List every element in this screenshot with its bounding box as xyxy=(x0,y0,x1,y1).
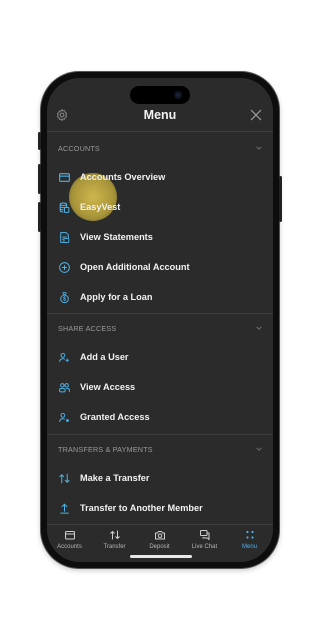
section-label: SHARE ACCESS xyxy=(58,324,117,333)
page-title: Menu xyxy=(143,108,177,122)
tab-label: Live Chat xyxy=(191,544,218,550)
menu-item-label: Apply for a Loan xyxy=(80,292,153,302)
user-check-icon xyxy=(59,412,69,422)
menu-item-label: View Access xyxy=(80,382,136,392)
statement-icon xyxy=(60,232,70,243)
plus-circle-icon xyxy=(59,262,70,273)
volume-up-button xyxy=(38,164,41,194)
tab-label: Accounts xyxy=(57,544,82,550)
users-icon xyxy=(59,383,70,393)
divider xyxy=(47,131,273,132)
menu-item-open-additional-account[interactable]: Open Additional Account xyxy=(47,253,273,283)
tab-menu[interactable]: Menu xyxy=(227,529,272,550)
camera-icon xyxy=(174,91,182,99)
section-header-transfers-payments[interactable]: TRANSFERS & PAYMENTS xyxy=(47,435,273,463)
tab-transfer[interactable]: Transfer xyxy=(92,529,137,550)
chat-icon xyxy=(199,530,209,540)
menu-item-add-a-user[interactable]: Add a User xyxy=(47,343,273,373)
menu-item-granted-access[interactable]: Granted Access xyxy=(47,403,273,433)
section-label: TRANSFERS & PAYMENTS xyxy=(58,445,153,454)
section-label: ACCOUNTS xyxy=(58,144,100,153)
wallet-icon xyxy=(64,531,75,540)
menu-dots-icon xyxy=(245,530,254,539)
transfer-arrows-icon xyxy=(59,473,70,484)
volume-down-button xyxy=(38,202,41,232)
menu-item-label: View Statements xyxy=(80,232,153,242)
tab-label: Menu xyxy=(241,544,257,550)
chevron-down-icon xyxy=(256,146,262,150)
app-screen: Menu ACCOUNTS Accounts Overview EasyVest… xyxy=(47,78,273,562)
menu-item-easyvest[interactable]: EasyVest xyxy=(47,193,273,223)
menu-item-label: EasyVest xyxy=(80,202,121,212)
menu-item-view-statements[interactable]: View Statements xyxy=(47,223,273,253)
phone-frame: Menu ACCOUNTS Accounts Overview EasyVest… xyxy=(38,72,282,568)
tab-accounts[interactable]: Accounts xyxy=(47,529,92,550)
menu-item-label: Make a Transfer xyxy=(80,473,150,483)
upload-icon xyxy=(60,503,69,514)
menu-item-label: Transfer to Another Member xyxy=(80,503,203,513)
side-button xyxy=(38,132,41,150)
menu-item-view-access[interactable]: View Access xyxy=(47,373,273,403)
menu-item-apply-for-a-loan[interactable]: Apply for a Loan xyxy=(47,283,273,313)
menu-item-label: Accounts Overview xyxy=(80,172,166,182)
section-header-accounts[interactable]: ACCOUNTS xyxy=(47,134,273,162)
card-icon xyxy=(59,173,70,182)
chevron-down-icon xyxy=(256,326,262,330)
tab-label: Deposit xyxy=(149,544,170,550)
moneybag-icon xyxy=(60,292,69,304)
tab-label: Transfer xyxy=(103,544,126,550)
menu-item-accounts-overview[interactable]: Accounts Overview xyxy=(47,163,273,193)
menu-item-label: Open Additional Account xyxy=(80,262,190,272)
camera-icon xyxy=(154,531,165,540)
menu-item-label: Add a User xyxy=(80,352,129,362)
home-indicator[interactable] xyxy=(130,555,192,558)
tab-live-chat[interactable]: Live Chat xyxy=(182,529,227,550)
dynamic-island xyxy=(130,86,190,104)
menu-item-label: Granted Access xyxy=(80,412,150,422)
menu-item-transfer-to-another-member[interactable]: Transfer to Another Member xyxy=(47,494,273,524)
transfer-icon xyxy=(109,530,120,540)
section-header-share-access[interactable]: SHARE ACCESS xyxy=(47,314,273,342)
close-icon[interactable] xyxy=(249,108,263,122)
tab-deposit[interactable]: Deposit xyxy=(137,529,182,550)
coins-icon xyxy=(59,202,70,213)
add-user-icon xyxy=(59,352,69,362)
menu-item-make-a-transfer[interactable]: Make a Transfer xyxy=(47,464,273,494)
chevron-down-icon xyxy=(256,447,262,451)
power-button xyxy=(279,176,282,222)
